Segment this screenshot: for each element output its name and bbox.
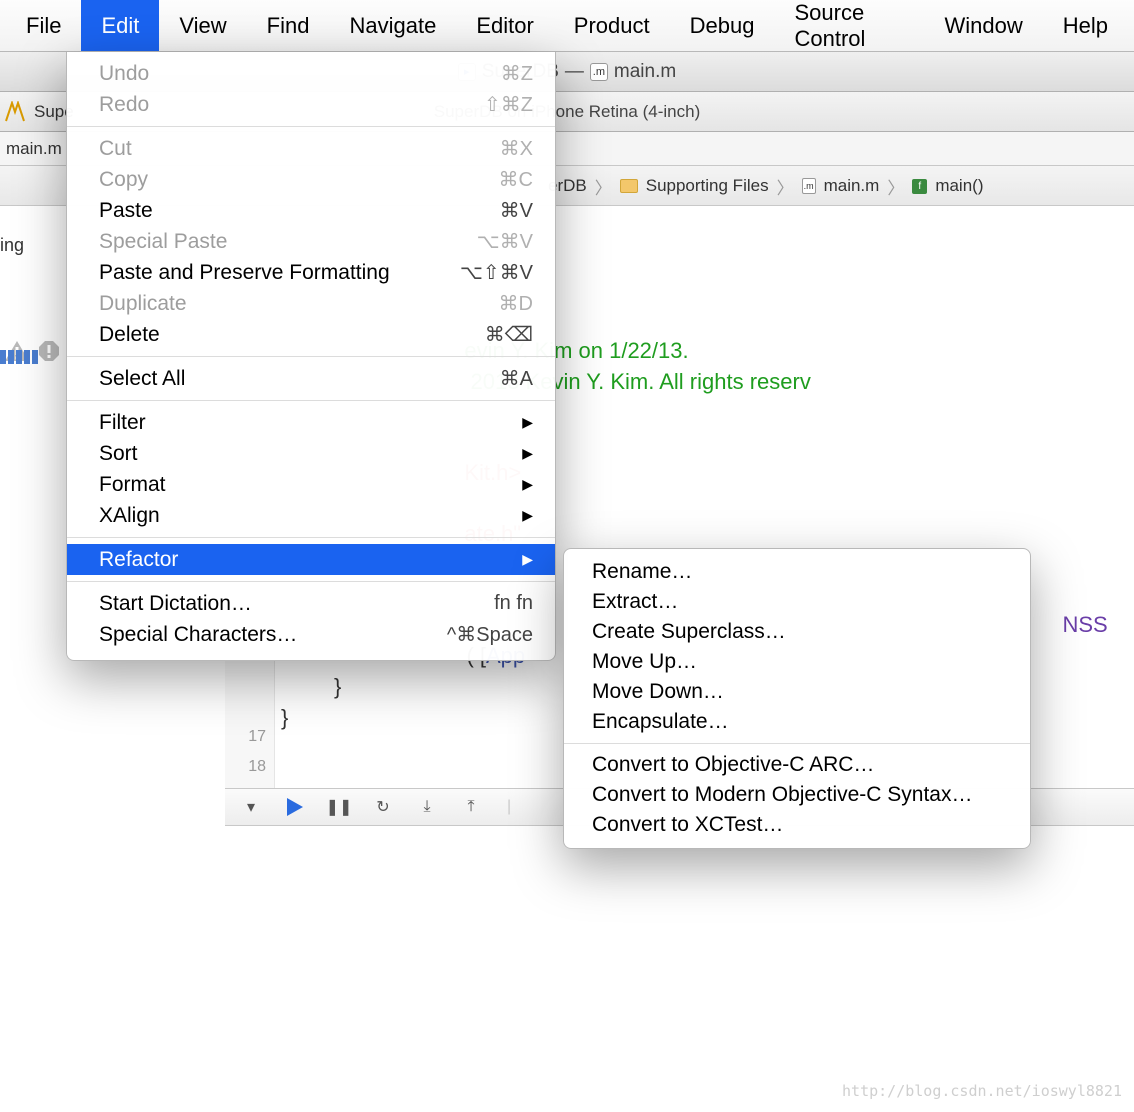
edit-dropdown: Undo⌘Z Redo⇧⌘Z Cut⌘X Copy⌘C Paste⌘V Spec… (66, 52, 556, 661)
refactor-convert-arc[interactable]: Convert to Objective-C ARC… (564, 750, 1030, 780)
separator (67, 126, 555, 127)
chevron-icon: 〉 (773, 174, 798, 199)
menu-help[interactable]: Help (1043, 0, 1128, 51)
crumb-folder[interactable]: Supporting Files (646, 176, 769, 196)
refactor-create-superclass[interactable]: Create Superclass… (564, 617, 1030, 647)
menu-delete[interactable]: Delete⌘⌫ (67, 319, 555, 350)
menu-window[interactable]: Window (925, 0, 1043, 51)
menu-product[interactable]: Product (554, 0, 670, 51)
menu-refactor[interactable]: Refactor▶ (67, 544, 555, 575)
menu-start-dictation[interactable]: Start Dictation…fn fn (67, 588, 555, 619)
menu-xalign[interactable]: XAlign▶ (67, 500, 555, 531)
step-over-icon[interactable]: ↻ (375, 799, 391, 815)
menu-editor[interactable]: Editor (456, 0, 553, 51)
breadcrumb: erDB 〉 Supporting Files 〉 .m main.m 〉 f … (548, 166, 983, 206)
menu-select-all[interactable]: Select All⌘A (67, 363, 555, 394)
line-18: 18 (225, 752, 266, 782)
menu-cut[interactable]: Cut⌘X (67, 133, 555, 164)
step-out-icon[interactable]: ⤒ (463, 799, 479, 815)
menu-source-control[interactable]: Source Control (774, 0, 924, 51)
crumb-file[interactable]: main.m (824, 176, 880, 196)
code-brace: } (334, 674, 341, 699)
continue-icon[interactable] (287, 799, 303, 815)
refactor-move-up[interactable]: Move Up… (564, 647, 1030, 677)
chevron-icon: 〉 (883, 174, 908, 199)
build-status-label: nning (0, 235, 24, 256)
refactor-convert-modern[interactable]: Convert to Modern Objective-C Syntax… (564, 780, 1030, 810)
window-title-file: main.m (614, 61, 676, 83)
watermark: http://blog.csdn.net/ioswyl8821 (842, 1082, 1122, 1100)
menu-navigate[interactable]: Navigate (329, 0, 456, 51)
step-into-icon[interactable]: ⤓ (419, 799, 435, 815)
toggle-debug-icon[interactable]: ▾ (243, 799, 259, 815)
chevron-icon: 〉 (591, 174, 616, 199)
menu-file[interactable]: File (6, 0, 81, 51)
line-17: 17 (225, 722, 266, 752)
file-m-icon: .m (802, 178, 816, 194)
menu-sort[interactable]: Sort▶ (67, 438, 555, 469)
menu-view[interactable]: View (159, 0, 246, 51)
tab-main-m[interactable]: main.m (6, 139, 62, 159)
pause-icon[interactable]: ❚❚ (331, 799, 347, 815)
file-icon: .m (590, 63, 608, 81)
code-type: NSS (1062, 612, 1107, 637)
separator (564, 743, 1030, 744)
menu-edit[interactable]: Edit (81, 0, 159, 51)
menu-copy[interactable]: Copy⌘C (67, 164, 555, 195)
separator (67, 356, 555, 357)
folder-icon (620, 179, 638, 193)
crumb-func[interactable]: main() (935, 176, 983, 196)
window-title-sep: — (565, 61, 584, 83)
separator (67, 581, 555, 582)
xcode-icon (4, 101, 26, 123)
refactor-extract[interactable]: Extract… (564, 587, 1030, 617)
menu-paste-preserve[interactable]: Paste and Preserve Formatting⌥⇧⌘V (67, 257, 555, 288)
refactor-submenu: Rename… Extract… Create Superclass… Move… (563, 548, 1031, 849)
refactor-rename[interactable]: Rename… (564, 557, 1030, 587)
separator (67, 400, 555, 401)
menu-duplicate[interactable]: Duplicate⌘D (67, 288, 555, 319)
menubar: File Edit View Find Navigate Editor Prod… (0, 0, 1134, 52)
menu-redo[interactable]: Redo⇧⌘Z (67, 89, 555, 120)
menu-undo[interactable]: Undo⌘Z (67, 58, 555, 89)
menu-paste[interactable]: Paste⌘V (67, 195, 555, 226)
menu-debug[interactable]: Debug (670, 0, 775, 51)
separator (67, 537, 555, 538)
menu-format[interactable]: Format▶ (67, 469, 555, 500)
menu-special-characters[interactable]: Special Characters…^⌘Space (67, 619, 555, 650)
code-brace: } (281, 705, 288, 730)
refactor-move-down[interactable]: Move Down… (564, 677, 1030, 707)
function-icon: f (912, 179, 927, 194)
refactor-encapsulate[interactable]: Encapsulate… (564, 707, 1030, 737)
refactor-convert-xctest[interactable]: Convert to XCTest… (564, 810, 1030, 840)
menu-special-paste[interactable]: Special Paste⌥⌘V (67, 226, 555, 257)
menu-filter[interactable]: Filter▶ (67, 407, 555, 438)
menu-find[interactable]: Find (247, 0, 330, 51)
progress-bars (0, 350, 44, 364)
